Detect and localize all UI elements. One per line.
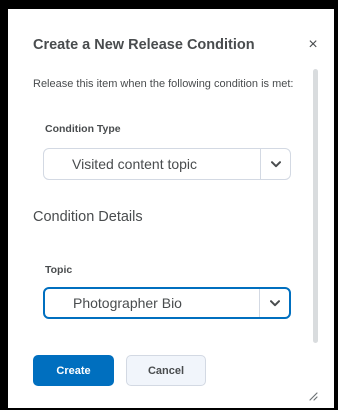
release-condition-dialog: Create a New Release Condition × Release… bbox=[8, 9, 334, 408]
topic-value: Photographer Bio bbox=[73, 295, 182, 311]
dialog-title: Create a New Release Condition bbox=[33, 37, 255, 53]
chevron-down-icon bbox=[260, 149, 290, 179]
topic-label: Topic bbox=[45, 264, 73, 276]
create-button[interactable]: Create bbox=[33, 355, 114, 386]
condition-details-heading: Condition Details bbox=[33, 209, 143, 225]
chevron-down-icon bbox=[259, 289, 289, 317]
condition-type-value: Visited content topic bbox=[72, 156, 198, 172]
condition-type-label: Condition Type bbox=[45, 123, 121, 135]
condition-type-select[interactable]: Visited content topic bbox=[43, 148, 291, 180]
close-icon[interactable]: × bbox=[305, 36, 321, 54]
cancel-button[interactable]: Cancel bbox=[126, 355, 206, 386]
resize-grip-icon[interactable] bbox=[308, 388, 318, 401]
dialog-scrollbar[interactable] bbox=[313, 69, 318, 343]
dialog-description: Release this item when the following con… bbox=[33, 78, 294, 90]
topic-select[interactable]: Photographer Bio bbox=[43, 287, 291, 319]
dialog-body: Release this item when the following con… bbox=[8, 65, 334, 347]
